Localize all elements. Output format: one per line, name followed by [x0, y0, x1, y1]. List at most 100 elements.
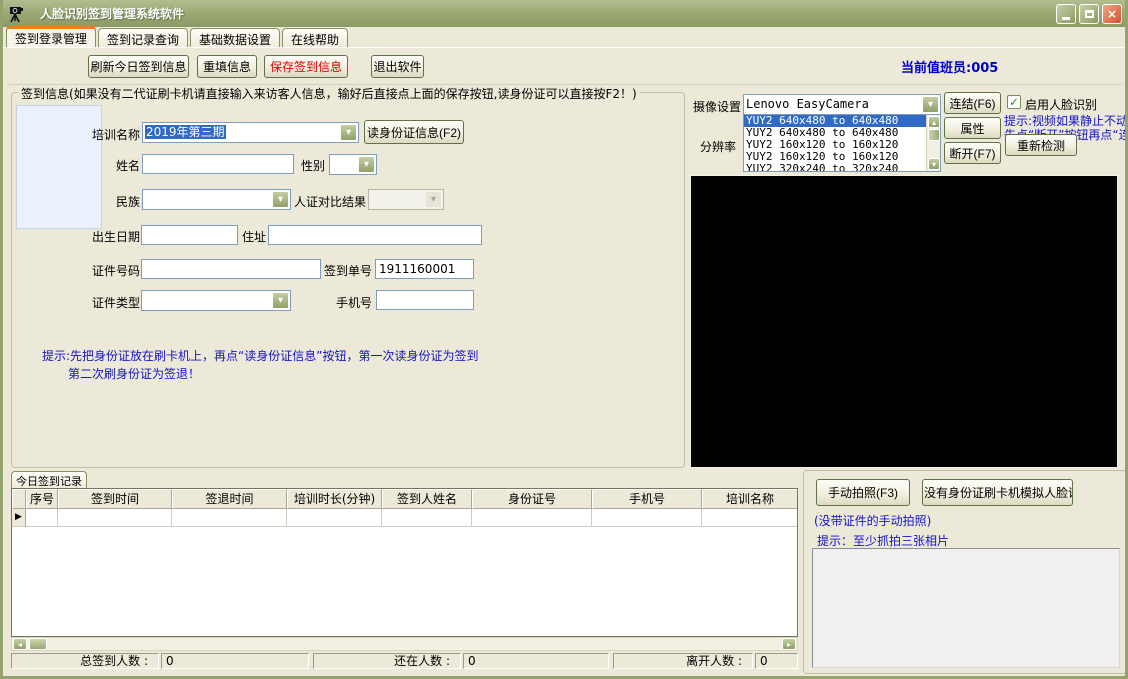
row-selector-icon: ▶: [12, 509, 26, 527]
signin-group-title: 签到信息(如果没有二代证刷卡机请直接输入来访客人信息，输好后直接点上面的保存按钮…: [18, 85, 640, 102]
column-header[interactable]: 身份证号: [472, 489, 592, 509]
refresh-today-signin-button[interactable]: 刷新今日签到信息: [88, 55, 189, 78]
scroll-up-icon[interactable]: ▴: [928, 116, 940, 128]
app-window: 人脸识别签到管理系统软件 × 签到登录管理 签到记录查询 基础数据设置 在线帮助…: [0, 0, 1128, 679]
face-compare-result-combobox: ▾: [368, 189, 444, 210]
simulate-face-recognition-button[interactable]: 没有身份证刷卡机模拟人脸识别: [922, 479, 1073, 506]
tab-online-help[interactable]: 在线帮助: [282, 28, 348, 47]
face-recognition-checkbox[interactable]: ✓: [1007, 95, 1021, 109]
column-header[interactable]: 培训名称: [702, 489, 797, 509]
maximize-icon: [1085, 10, 1094, 18]
close-icon: ×: [1107, 8, 1117, 20]
chevron-down-icon: ▾: [425, 191, 442, 208]
connect-button[interactable]: 连结(F6): [944, 92, 1001, 114]
ethnicity-combobox[interactable]: ▾: [142, 189, 291, 210]
column-header[interactable]: 签退时间: [172, 489, 287, 509]
scrollbar-thumb[interactable]: [928, 129, 940, 141]
save-signin-button[interactable]: 保存签到信息: [264, 55, 348, 78]
camera-device-combobox[interactable]: Lenovo EasyCamera ▾: [743, 94, 941, 115]
table-row[interactable]: ▶: [12, 509, 797, 527]
close-button[interactable]: ×: [1102, 4, 1122, 24]
scroll-right-icon[interactable]: ▸: [782, 638, 796, 650]
column-header[interactable]: 签到时间: [58, 489, 172, 509]
gender-combobox[interactable]: ▾: [329, 154, 377, 175]
scrollbar-thumb[interactable]: [29, 638, 47, 650]
id-number-field[interactable]: [141, 259, 321, 279]
signin-hint-line2: 第二次刷身份证为签退！: [68, 365, 200, 382]
selector-column-header: [12, 489, 26, 509]
scroll-down-icon[interactable]: ▾: [928, 158, 940, 170]
signin-serial-label: 签到单号: [322, 262, 372, 279]
capture-note2: 提示：至少抓拍三张相片: [817, 532, 949, 549]
left-count-label: 离开人数 :: [613, 653, 753, 669]
minimize-icon: [1062, 17, 1070, 20]
column-header[interactable]: 序号: [26, 489, 58, 509]
birth-date-field[interactable]: [141, 225, 238, 245]
table-horizontal-scrollbar[interactable]: ◂ ▸: [11, 637, 798, 651]
chevron-down-icon[interactable]: ▾: [272, 292, 289, 309]
redetect-button[interactable]: 重新检测: [1005, 134, 1077, 156]
chevron-down-icon[interactable]: ▾: [358, 156, 375, 173]
present-count-value: 0: [463, 653, 609, 669]
tab-signin-management[interactable]: 签到登录管理: [6, 26, 96, 47]
signin-records-table: 序号 签到时间 签退时间 培训时长(分钟) 签到人姓名 身份证号 手机号 培训名…: [11, 488, 798, 637]
camera-device-label: 摄像设置: [693, 98, 741, 115]
chevron-down-icon[interactable]: ▾: [340, 124, 357, 141]
training-name-value: 2019年第三期: [145, 125, 226, 139]
signin-info-groupbox: 签到信息(如果没有二代证刷卡机请直接输入来访客人信息，输好后直接点上面的保存按钮…: [11, 92, 685, 468]
name-field[interactable]: [142, 154, 294, 174]
camera-device-value: Lenovo EasyCamera: [746, 97, 920, 112]
signin-hint-line1: 提示:先把身份证放在刷卡机上，再点“读身份证信息”按钮，第一次读身份证为签到: [42, 347, 478, 364]
column-header[interactable]: 手机号: [592, 489, 702, 509]
training-name-label: 培训名称: [32, 126, 140, 143]
check-icon: ✓: [1009, 96, 1019, 108]
current-operator-text: 当前值班员:005: [901, 57, 998, 76]
captured-photo-area: [812, 548, 1120, 668]
chevron-down-icon[interactable]: ▾: [272, 191, 289, 208]
refill-info-button[interactable]: 重填信息: [197, 55, 257, 78]
properties-button[interactable]: 属性: [944, 117, 1001, 139]
title-bar: 人脸识别签到管理系统软件 ×: [0, 0, 1128, 27]
face-compare-result-label: 人证对比结果: [292, 193, 366, 210]
scroll-left-icon[interactable]: ◂: [13, 638, 27, 650]
camera-tripod-icon: [6, 4, 26, 24]
minimize-button[interactable]: [1056, 4, 1076, 24]
column-header[interactable]: 培训时长(分钟): [287, 489, 382, 509]
manual-capture-button[interactable]: 手动拍照(F3): [816, 479, 910, 506]
tab-record-query[interactable]: 签到记录查询: [98, 28, 188, 47]
face-recognition-checkbox-label: 启用人脸识别: [1025, 96, 1097, 113]
resolution-label: 分辨率: [700, 138, 740, 155]
total-signin-label: 总签到人数 :: [11, 653, 159, 669]
phone-label: 手机号: [334, 294, 372, 311]
maximize-button[interactable]: [1079, 4, 1099, 24]
read-id-card-button[interactable]: 读身份证信息(F2): [364, 120, 464, 144]
camera-video-preview: [690, 175, 1118, 468]
capture-note1: (没带证件的手动拍照): [814, 512, 931, 529]
address-field[interactable]: [268, 225, 482, 245]
name-label: 姓名: [32, 157, 140, 174]
id-number-label: 证件号码: [32, 262, 140, 279]
left-count-value: 0: [755, 653, 798, 669]
signin-serial-field[interactable]: 1911160001: [375, 259, 474, 279]
tab-today-records[interactable]: 今日签到记录: [11, 471, 87, 488]
exit-software-button[interactable]: 退出软件: [371, 55, 424, 78]
main-tabstrip: 签到登录管理 签到记录查询 基础数据设置 在线帮助: [3, 27, 1125, 48]
resolution-option[interactable]: YUY2 320x240 to 320x240: [744, 163, 940, 172]
window-controls: ×: [1056, 4, 1122, 24]
ethnicity-label: 民族: [32, 193, 140, 210]
id-type-combobox[interactable]: ▾: [141, 290, 291, 311]
window-title: 人脸识别签到管理系统软件: [40, 5, 184, 22]
resolution-listbox[interactable]: YUY2 640x480 to 640x480 YUY2 640x480 to …: [743, 114, 941, 172]
tab-base-data-settings[interactable]: 基础数据设置: [190, 28, 280, 47]
resolution-scrollbar[interactable]: ▴ ▾: [926, 115, 940, 171]
disconnect-button[interactable]: 断开(F7): [944, 142, 1001, 164]
column-header[interactable]: 签到人姓名: [382, 489, 472, 509]
phone-field[interactable]: [376, 290, 474, 310]
birth-date-label: 出生日期: [32, 228, 140, 245]
training-name-combobox[interactable]: 2019年第三期 ▾: [142, 122, 359, 143]
address-label: 住址: [240, 228, 266, 245]
id-type-label: 证件类型: [32, 294, 140, 311]
present-count-label: 还在人数 :: [313, 653, 461, 669]
gender-label: 性别: [297, 157, 325, 174]
chevron-down-icon[interactable]: ▾: [922, 96, 939, 113]
